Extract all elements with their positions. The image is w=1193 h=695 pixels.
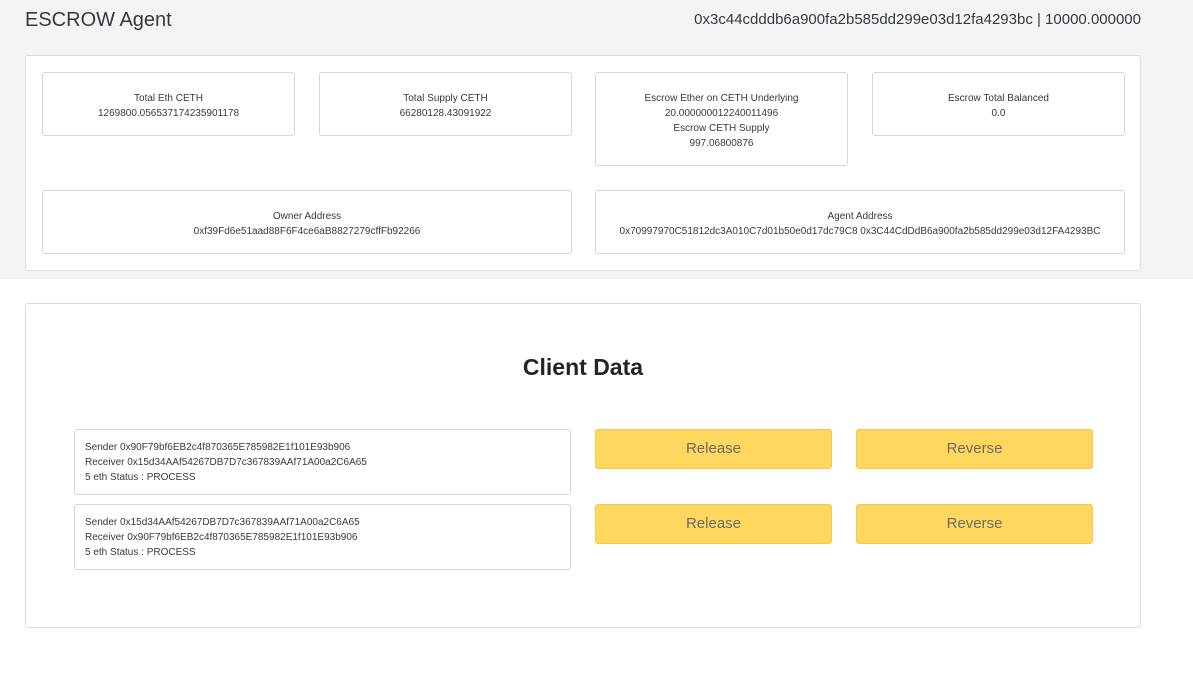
client-data-title: Client Data [522, 354, 644, 380]
escrow-supply-value: 997.06800876 [689, 138, 754, 149]
owner-address-value: 0xf39Fd6e51aad88F6F4ce6aB8827279cffFb922… [193, 226, 421, 237]
tx-sender: Sender 0x90F79bf6EB2c4f870365E785982E1f1… [85, 442, 351, 453]
release-button[interactable]: Release [595, 429, 832, 469]
tx-sender: Sender 0x15d34AAf54267DB7D7c367839AAf71A… [85, 517, 360, 528]
total-eth-label: Total Eth CETH [134, 93, 203, 104]
owner-address-label: Owner Address [272, 211, 342, 222]
total-supply-card: Total Supply CETH 66280128.43091922 [319, 72, 572, 136]
tx-receiver: Receiver 0x15d34AAf54267DB7D7c367839AAf7… [85, 457, 367, 468]
transaction-card: Sender 0x15d34AAf54267DB7D7c367839AAf71A… [74, 504, 571, 570]
release-button[interactable]: Release [595, 504, 832, 544]
escrow-balanced-label: Escrow Total Balanced [948, 93, 1049, 104]
agent-address-value: 0x70997970C51812dc3A010C7d01b50e0d17dc79… [619, 226, 1101, 237]
total-eth-value: 1269800.056537174235901178 [97, 108, 240, 119]
transaction-card: Sender 0x90F79bf6EB2c4f870365E785982E1f1… [74, 429, 571, 495]
reverse-button[interactable]: Reverse [856, 504, 1093, 544]
stats-panel: Total Eth CETH 1269800.05653717423590117… [25, 55, 1141, 271]
escrow-supply-label: Escrow CETH Supply [673, 123, 770, 134]
escrow-balanced-card: Escrow Total Balanced 0.0 [872, 72, 1125, 136]
reverse-button[interactable]: Reverse [856, 429, 1093, 469]
account-info: 0x3c44cdddb6a900fa2b585dd299e03d12fa4293… [694, 11, 1141, 28]
agent-address-card: Agent Address 0x70997970C51812dc3A010C7d… [595, 190, 1125, 254]
owner-address-card: Owner Address 0xf39Fd6e51aad88F6F4ce6aB8… [42, 190, 572, 254]
escrow-ether-value: 20.000000012240011496 [664, 108, 779, 119]
tx-receiver: Receiver 0x90F79bf6EB2c4f870365E785982E1… [85, 532, 358, 543]
escrow-balanced-value: 0.0 [991, 108, 1006, 119]
tx-status: 5 eth Status : PROCESS [85, 472, 196, 483]
escrow-ether-card: Escrow Ether on CETH Underlying 20.00000… [595, 72, 848, 166]
escrow-ether-label: Escrow Ether on CETH Underlying [644, 93, 799, 104]
total-supply-label: Total Supply CETH [403, 93, 488, 104]
tx-status: 5 eth Status : PROCESS [85, 547, 196, 558]
total-eth-card: Total Eth CETH 1269800.05653717423590117… [42, 72, 295, 136]
app-title: ESCROW Agent [25, 9, 172, 31]
client-panel: Client Data Sender 0x90F79bf6EB2c4f87036… [25, 303, 1141, 628]
agent-address-label: Agent Address [827, 211, 893, 222]
total-supply-value: 66280128.43091922 [399, 108, 492, 119]
